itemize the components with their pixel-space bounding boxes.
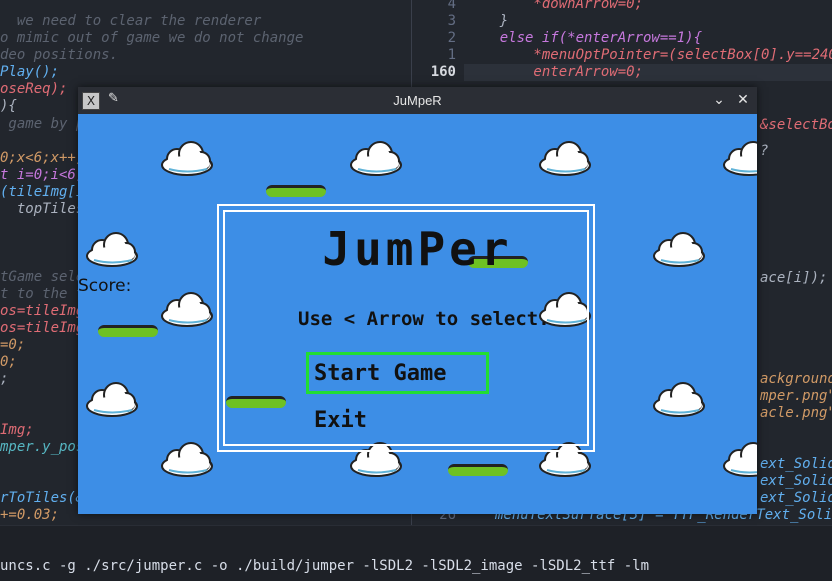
code-fragment: acle.png") [760,405,832,421]
pin-icon[interactable]: ✎ [108,91,119,106]
code-line: 0; [0,354,17,370]
code-fragment: ext_Solid( [760,490,832,506]
code-line: deo positions. [0,47,119,63]
menu-title: JumPer [322,222,513,276]
game-canvas[interactable]: Score: JumPer Use < Arrow to select. Sta… [78,114,757,514]
code-line: *downArrow=0; [466,0,644,12]
code-line: mper.y_pos [0,439,85,455]
line-number: 4 [447,0,456,12]
cloud [350,141,402,176]
platform [266,185,326,197]
platform [98,325,158,337]
code-line: else if(*enterArrow==1){ [466,30,703,46]
terminal-panel[interactable]: uncs.c -g ./src/jumper.c -o ./build/jump… [0,525,832,581]
exit-option[interactable]: Exit [314,408,367,433]
x-window-icon[interactable]: X [82,92,100,110]
code-line: enterArrow=0; [466,64,644,80]
code-line: } [466,13,509,29]
score-label: Score: [78,276,132,296]
code-fragment: ? [760,143,769,159]
cloud [723,141,757,176]
code-line: (tileImg[i [0,184,85,200]
cloud [86,382,138,417]
code-fragment: ext_Solid( [760,473,832,489]
line-number: 1 [447,47,456,63]
code-line: ; [0,371,9,387]
code-line: =0; [0,337,26,353]
platform [448,464,508,476]
code-line: ){ [0,98,17,114]
code-line: 0;x<6;x++) [0,150,85,166]
code-line: topTiles [0,201,85,217]
game-window[interactable]: JuMpeR X ✎ ⌄ ✕ Score: JumPer Use < Arrow… [78,87,757,514]
code-fragment: ext_Solid( [760,456,832,472]
code-line: os=tileImg [0,320,85,336]
code-fragment: mper.png") [760,388,832,404]
cloud [723,442,757,477]
start-game-option[interactable]: Start Game [314,361,446,386]
code-fragment: ackground2 [760,371,832,387]
window-title: JuMpeR [393,93,442,108]
code-fragment: ace[i]); [760,270,828,286]
minimize-button[interactable]: ⌄ [709,90,729,110]
cloud [161,442,213,477]
code-line: game by p [0,116,85,132]
code-line: rToTiles(& [0,490,85,506]
current-line-number: 160 [430,64,456,80]
code-line: tGame sele [0,269,85,285]
code-line: o mimic out of game we do not change [0,30,304,46]
code-line: Play(); [0,64,60,80]
terminal-command: uncs.c -g ./src/jumper.c -o ./build/jump… [0,558,650,574]
cloud [539,141,591,176]
cloud [161,141,213,176]
cloud [653,382,705,417]
line-number: 3 [447,13,456,29]
close-button[interactable]: ✕ [733,90,753,110]
menu-hint: Use < Arrow to select. [298,308,550,330]
code-fragment: &selectBo [760,117,832,133]
cloud [161,292,213,327]
code-line: t i=0;i<6; [0,167,85,183]
code-line: oseReq); [0,81,68,97]
code-line: Img; [0,422,34,438]
code-line: we need to clear the renderer [0,13,262,29]
code-line: *menuOptPointer=(selectBox[0].y==240)? [466,47,832,63]
line-number: 2 [447,30,456,46]
window-titlebar[interactable]: JuMpeR X ✎ ⌄ ✕ [78,87,757,114]
code-line: +=0.03; [0,507,60,523]
code-line: os=tileImg [0,303,85,319]
code-line: t to the t [0,286,85,302]
